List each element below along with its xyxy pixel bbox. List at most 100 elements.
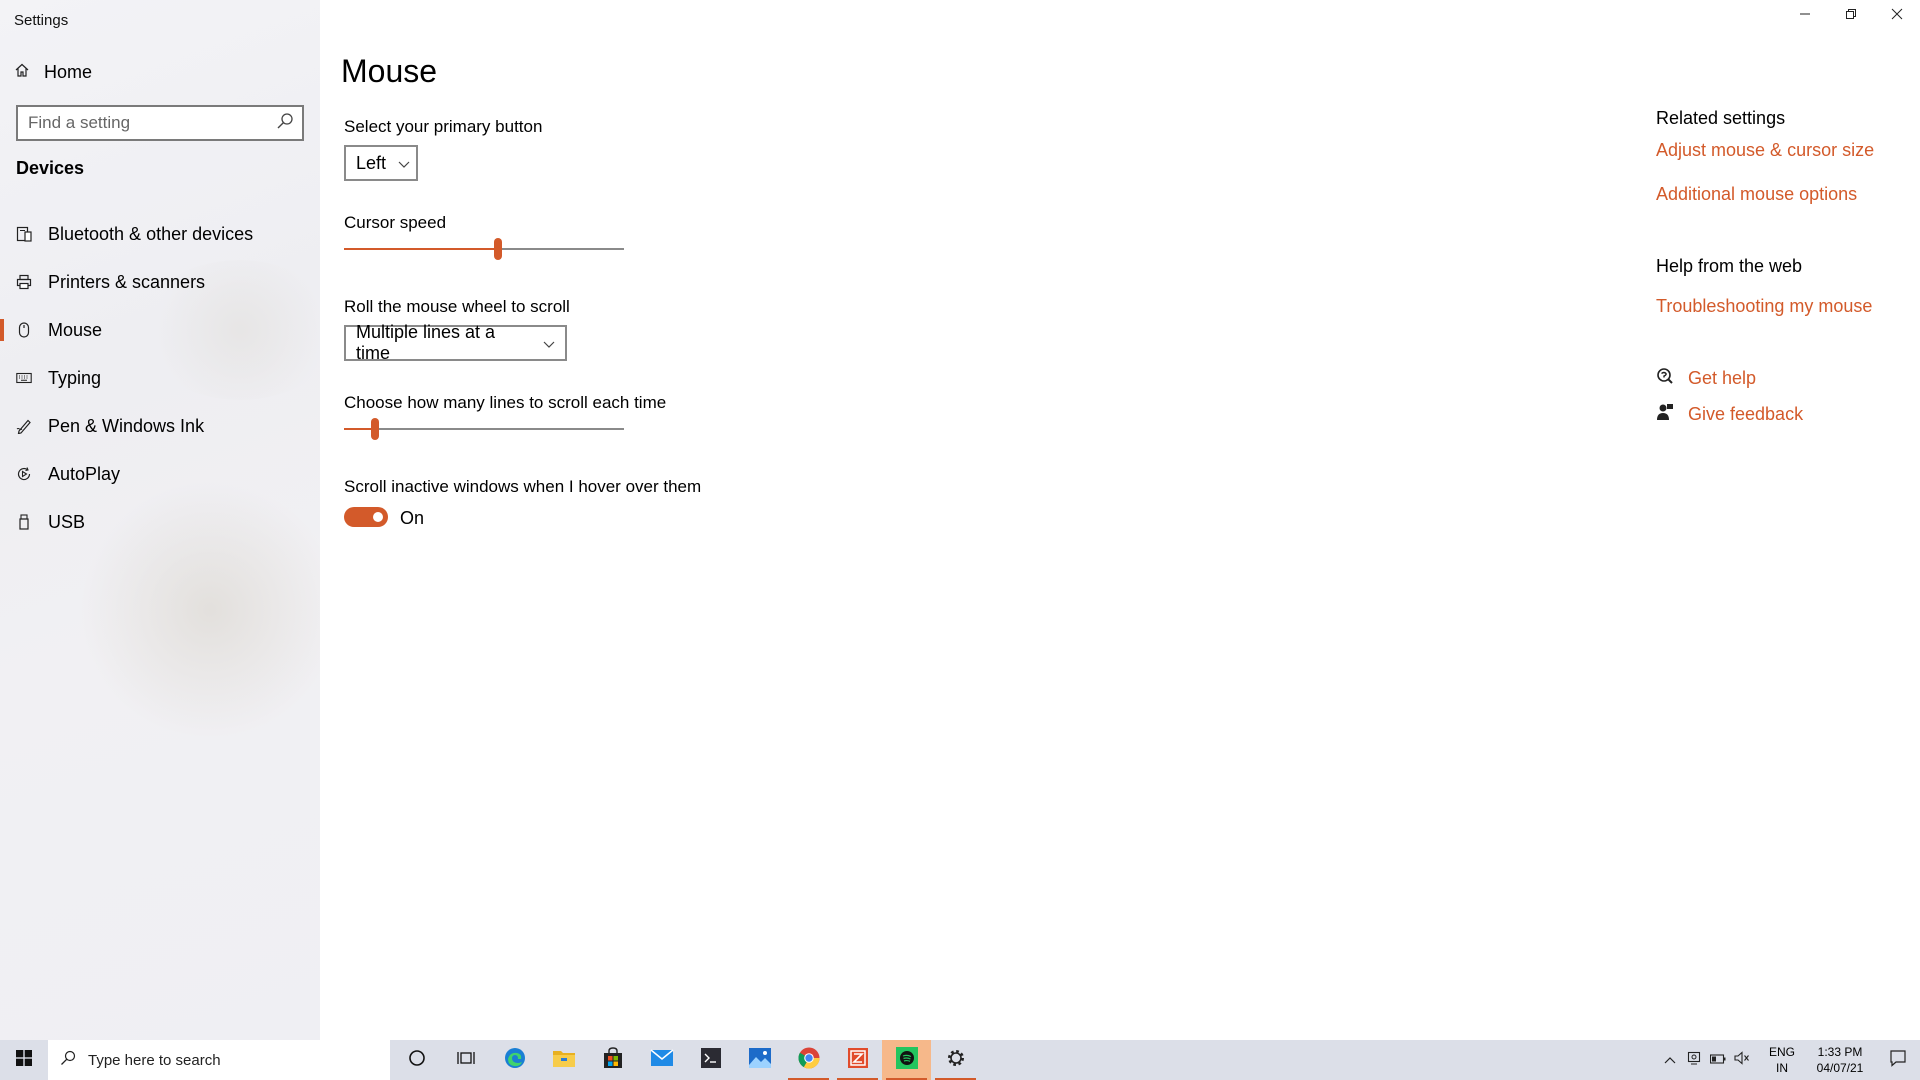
meet-now-button[interactable] <box>1682 1040 1706 1080</box>
sidebar-item-label: Mouse <box>48 319 103 340</box>
sidebar-item-label: Printers & scanners <box>48 271 206 292</box>
show-hidden-icons-button[interactable] <box>1658 1040 1682 1080</box>
dropdown-value: Left <box>356 152 387 173</box>
file-explorer-button[interactable] <box>539 1040 588 1080</box>
related-settings-heading: Related settings <box>1656 108 1786 128</box>
system-tray: ENG IN 1:33 PM 04/07/21 <box>1658 1040 1920 1080</box>
toggle-state-label: On <box>400 508 425 528</box>
wheel-scroll-label: Roll the mouse wheel to scroll <box>344 297 570 316</box>
get-help-icon <box>1656 367 1674 390</box>
sidebar-item-bluetooth[interactable]: Bluetooth & other devices <box>0 210 320 258</box>
scroll-inactive-toggle[interactable] <box>344 507 388 527</box>
find-setting-search-box[interactable] <box>16 105 304 141</box>
sidebar-item-usb[interactable]: USB <box>0 498 320 546</box>
get-help-link[interactable]: Get help <box>1656 367 1756 390</box>
windows-logo-icon <box>16 1049 32 1071</box>
action-center-button[interactable] <box>1876 1040 1920 1080</box>
photos-icon <box>748 1047 772 1074</box>
chevron-up-icon <box>1664 1051 1676 1069</box>
sidebar-item-label: AutoPlay <box>48 463 121 484</box>
notification-icon <box>1889 1049 1907 1072</box>
additional-mouse-options-link[interactable]: Additional mouse options <box>1656 184 1857 205</box>
chrome-icon <box>797 1046 821 1075</box>
slider-thumb[interactable] <box>494 238 502 260</box>
scroll-inactive-label: Scroll inactive windows when I hover ove… <box>344 477 702 496</box>
photos-button[interactable] <box>735 1040 784 1080</box>
find-setting-input[interactable] <box>28 113 276 133</box>
close-button[interactable] <box>1874 0 1920 32</box>
lines-to-scroll-slider[interactable] <box>344 417 624 441</box>
store-button[interactable] <box>588 1040 637 1080</box>
minimize-icon <box>1799 7 1811 25</box>
clock[interactable]: 1:33 PM 04/07/21 <box>1804 1044 1876 1076</box>
edge-button[interactable] <box>490 1040 539 1080</box>
task-view-button[interactable] <box>441 1040 490 1080</box>
give-feedback-link[interactable]: Give feedback <box>1656 403 1803 426</box>
sidebar-item-mouse[interactable]: Mouse <box>0 306 320 354</box>
sidebar-item-label: USB <box>48 511 86 532</box>
adjust-cursor-size-link[interactable]: Adjust mouse & cursor size <box>1656 140 1874 161</box>
webcam-icon <box>1687 1051 1701 1070</box>
taskbar: Type here to search ENG IN 1:33 PM 04/07… <box>0 1040 1920 1080</box>
settings-button[interactable] <box>931 1040 980 1080</box>
terminal-button[interactable] <box>686 1040 735 1080</box>
lines-to-scroll-label: Choose how many lines to scroll each tim… <box>344 393 667 412</box>
taskbar-search-box[interactable]: Type here to search <box>48 1040 390 1080</box>
primary-button-label: Select your primary button <box>344 117 543 136</box>
zoho-icon <box>847 1047 869 1074</box>
minimize-button[interactable] <box>1782 0 1828 32</box>
slider-track <box>344 428 624 430</box>
bluetooth-devices-icon <box>16 225 32 243</box>
input-language-indicator[interactable]: ENG IN <box>1760 1044 1804 1076</box>
volume-button[interactable] <box>1730 1040 1754 1080</box>
slider-thumb[interactable] <box>370 418 379 440</box>
zoho-button[interactable] <box>833 1040 882 1080</box>
cortana-button[interactable] <box>392 1040 441 1080</box>
section-title-devices: Devices <box>16 158 85 178</box>
language-code: ENG <box>1768 1045 1795 1059</box>
chevron-down-icon <box>398 153 410 174</box>
primary-button-dropdown[interactable]: Left <box>344 145 418 181</box>
terminal-icon <box>700 1047 722 1074</box>
wheel-scroll-dropdown[interactable]: Multiple lines at a time <box>344 322 567 363</box>
give-feedback-label: Give feedback <box>1688 404 1804 424</box>
spotify-button[interactable] <box>882 1040 931 1080</box>
get-help-label: Get help <box>1688 368 1757 388</box>
home-nav-item[interactable]: Home <box>14 60 92 84</box>
cursor-speed-label: Cursor speed <box>344 213 447 232</box>
dropdown-value: Multiple lines at a time <box>356 322 496 363</box>
help-from-web-heading: Help from the web <box>1656 256 1803 276</box>
restore-button[interactable] <box>1828 0 1874 32</box>
app-title: Settings <box>14 12 69 29</box>
volume-muted-icon <box>1734 1050 1750 1070</box>
page-title: Mouse <box>341 53 438 89</box>
mouse-icon <box>16 321 32 339</box>
edge-icon <box>503 1046 527 1075</box>
chevron-down-icon <box>543 333 555 354</box>
sidebar-item-typing[interactable]: Typing <box>0 354 320 402</box>
sidebar-nav: Bluetooth & other devices Printers & sca… <box>0 210 320 546</box>
mail-button[interactable] <box>637 1040 686 1080</box>
battery-button[interactable] <box>1706 1040 1730 1080</box>
restore-icon <box>1845 7 1857 25</box>
feedback-icon <box>1656 403 1674 426</box>
cursor-speed-slider[interactable] <box>344 237 624 261</box>
settings-icon <box>945 1047 967 1074</box>
language-region: IN <box>1776 1061 1788 1075</box>
sidebar: Settings Home Devices Bluetooth & other … <box>0 0 320 1040</box>
clock-time: 1:33 PM <box>1817 1045 1863 1059</box>
chrome-button[interactable] <box>784 1040 833 1080</box>
spotify-icon <box>895 1046 919 1075</box>
close-icon <box>1891 7 1903 25</box>
troubleshooting-link[interactable]: Troubleshooting my mouse <box>1656 296 1872 317</box>
toggle-knob <box>373 512 383 522</box>
search-icon[interactable] <box>276 112 294 135</box>
sidebar-item-printers[interactable]: Printers & scanners <box>0 258 320 306</box>
pen-icon <box>16 417 32 435</box>
sidebar-item-label: Typing <box>48 367 102 388</box>
printer-icon <box>16 273 32 291</box>
start-button[interactable] <box>0 1040 48 1080</box>
window-controls <box>1782 0 1920 32</box>
sidebar-item-autoplay[interactable]: AutoPlay <box>0 450 320 498</box>
sidebar-item-pen[interactable]: Pen & Windows Ink <box>0 402 320 450</box>
